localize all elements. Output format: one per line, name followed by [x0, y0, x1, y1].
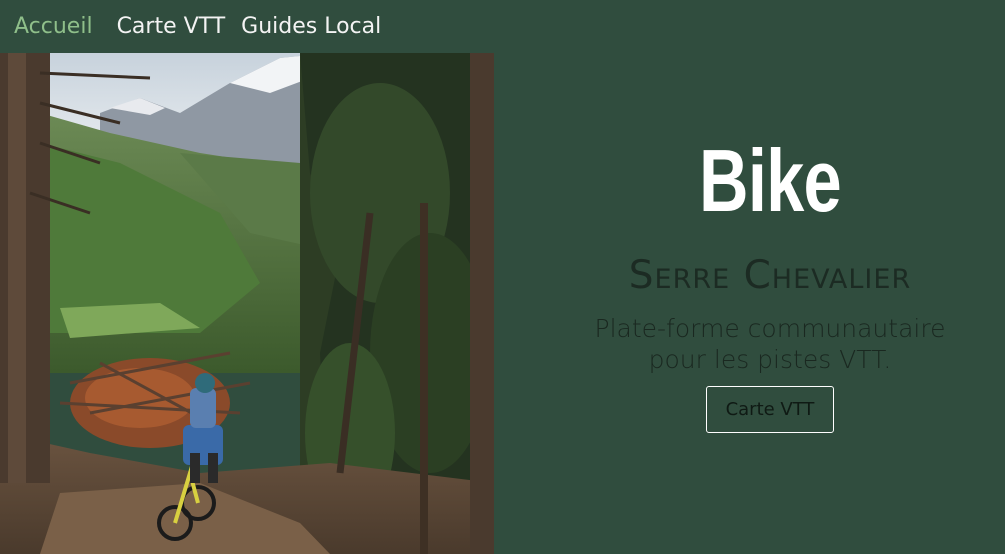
- nav-item-guides-local[interactable]: Guides Local: [241, 14, 381, 39]
- hero-photo: [0, 53, 494, 554]
- tagline-line-2: pour les pistes VTT.: [648, 345, 892, 374]
- nav-item-carte-vtt[interactable]: Carte VTT: [117, 14, 226, 39]
- hero-panel: Bike Serre Chevalier Plate-forme communa…: [540, 53, 1000, 554]
- hero-subtitle: Serre Chevalier: [628, 253, 912, 298]
- carte-vtt-button[interactable]: Carte VTT: [706, 386, 834, 433]
- mountain-bike-photo-illustration: [0, 53, 494, 554]
- hero-title: Bike: [699, 131, 842, 230]
- top-nav: Accueil Carte VTT Guides Local: [0, 0, 1005, 53]
- tagline-line-1: Plate-forme communautaire: [594, 314, 946, 343]
- nav-item-accueil[interactable]: Accueil: [14, 14, 93, 39]
- page: Accueil Carte VTT Guides Local Bike Serr…: [0, 0, 1005, 554]
- hero-tagline: Plate-forme communautaire pour les piste…: [540, 313, 1000, 375]
